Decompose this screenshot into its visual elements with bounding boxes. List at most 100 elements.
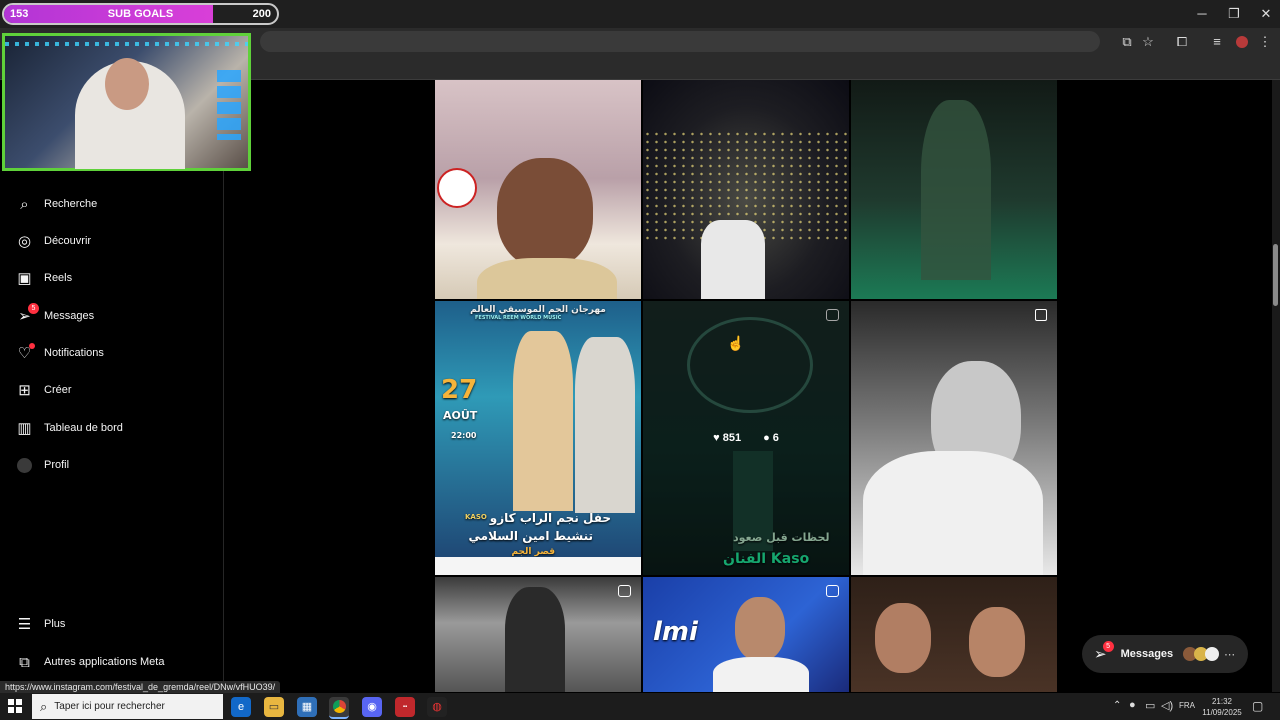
grid-post[interactable]: [851, 577, 1057, 692]
tile-script-text: lmi: [653, 617, 698, 647]
extensions-icon[interactable]: ⧠: [1173, 33, 1191, 51]
sidebar-item-explore[interactable]: ◎ Découvrir: [16, 226, 91, 256]
likes-stat: ♥ 851: [713, 432, 742, 444]
poster-festival: FESTIVAL REEM WORLD MUSIC: [475, 315, 562, 321]
avatar-icon: [16, 457, 33, 474]
menu-dots-icon[interactable]: ⋮: [1256, 33, 1274, 51]
sidebar-item-label: Reels: [44, 272, 73, 284]
streamer-head: [105, 58, 149, 110]
page-scrollbar[interactable]: [1272, 80, 1280, 692]
compass-icon: ◎: [17, 233, 32, 250]
reel-icon: [618, 585, 631, 597]
sidebar-item-label: Messages: [44, 310, 95, 322]
reel-icon: [826, 585, 839, 597]
search-icon: ⌕: [40, 698, 48, 714]
language-indicator[interactable]: FRA: [1179, 701, 1195, 710]
reels-icon: ▣: [17, 270, 32, 287]
hex-lights: [217, 70, 241, 140]
minimize-icon[interactable]: ─: [1187, 4, 1217, 24]
media-control-icon[interactable]: ≡: [1208, 33, 1226, 51]
sub-goal-title: SUB GOALS: [107, 8, 174, 20]
status-bar-url: https://www.instagram.com/festival_de_gr…: [0, 681, 281, 693]
poster-kaso: KASO: [465, 513, 487, 521]
clock[interactable]: 21:32 11/09/2025: [1202, 696, 1242, 718]
voicemeeter-icon[interactable]: ▪▪: [395, 697, 415, 717]
grid-post[interactable]: [435, 577, 641, 692]
carousel-icon: [1035, 309, 1047, 321]
hamburger-icon: ☰: [17, 616, 32, 633]
sidebar-item-search[interactable]: ⌕ Recherche: [16, 189, 97, 219]
address-bar[interactable]: [260, 31, 1100, 52]
profile-post-grid: مهرجان الجم الموسيقي العالم FESTIVAL REE…: [435, 80, 1058, 692]
sub-goal-bar: 153 SUB GOALS 200: [2, 3, 279, 25]
grid-post[interactable]: [851, 301, 1057, 575]
taskbar-search-placeholder: Taper ici pour rechercher: [54, 701, 165, 712]
sidebar-item-meta-apps[interactable]: ⧉ Autres applications Meta: [16, 647, 164, 677]
notification-center-icon[interactable]: ▢: [1252, 699, 1263, 713]
scrollbar-thumb[interactable]: [1273, 244, 1278, 306]
tray-chevron-icon[interactable]: ⌃: [1113, 700, 1121, 711]
store-icon[interactable]: ▦: [297, 697, 317, 717]
messages-pill-label: Messages: [1120, 648, 1174, 660]
webcam-overlay: [2, 33, 251, 171]
taskbar-search[interactable]: ⌕ Taper ici pour rechercher: [32, 694, 223, 719]
sidebar-item-messages[interactable]: ➢ 5 Messages: [16, 301, 94, 331]
bookmark-star-icon[interactable]: ☆: [1139, 33, 1157, 51]
sidebar-item-label: Tableau de bord: [44, 422, 123, 434]
meta-apps-icon: ⧉: [19, 653, 30, 671]
plus-square-icon: ⊞: [18, 382, 31, 399]
post-hover-stats: ♥ 851 ● 6: [643, 301, 849, 575]
poster-line3: قصر الجم: [511, 547, 555, 557]
poster-day: 27: [441, 375, 478, 405]
sidebar-item-label: Notifications: [44, 347, 104, 359]
clock-time: 21:32: [1211, 697, 1233, 706]
poster-month: AOÛT: [443, 409, 478, 422]
volume-icon[interactable]: ◁): [1161, 699, 1173, 712]
chrome-icon[interactable]: [329, 697, 349, 719]
sidebar-item-label: Recherche: [44, 198, 98, 210]
windows-start-icon[interactable]: [8, 699, 22, 713]
grid-post[interactable]: [435, 80, 641, 299]
sidebar-item-more[interactable]: ☰ Plus: [16, 609, 66, 639]
edge-icon[interactable]: e: [231, 697, 251, 717]
poster-line2: تنشيط امين السلامي: [468, 529, 593, 543]
clock-date: 11/09/2025: [1202, 708, 1242, 717]
bar-chart-icon: ▥: [17, 420, 32, 437]
search-icon: ⌕: [20, 195, 29, 213]
likes-count: 851: [722, 432, 742, 444]
grid-post-poster[interactable]: مهرجان الجم الموسيقي العالم FESTIVAL REE…: [435, 301, 641, 575]
grid-post-hovered[interactable]: لحظات قبل صعود الفنان Kaso ♥ 851 ● 6: [643, 301, 849, 575]
messenger-icon: ➢ 5: [16, 302, 39, 325]
profile-icon[interactable]: [1233, 33, 1251, 51]
poster-top-text: مهرجان الجم الموسيقي العالم: [470, 305, 606, 315]
close-icon[interactable]: ✕: [1251, 4, 1280, 24]
poster-time: 22:00: [451, 431, 477, 440]
sidebar-item-reels[interactable]: ▣ Reels: [16, 263, 72, 293]
led-strip: [5, 42, 248, 46]
network-icon[interactable]: ▭: [1145, 699, 1155, 712]
hand-cursor-icon: ☝: [727, 335, 745, 351]
messenger-icon: ➢ 5: [1094, 641, 1114, 663]
grid-post[interactable]: lmi: [643, 577, 849, 692]
microphone-icon[interactable]: ●: [1129, 699, 1136, 711]
sidebar-item-label: Découvrir: [44, 235, 92, 247]
grid-post[interactable]: [643, 80, 849, 299]
obs-icon[interactable]: ◍: [427, 697, 447, 717]
install-app-icon[interactable]: ⧉: [1118, 33, 1136, 51]
sidebar-item-label: Profil: [44, 459, 70, 471]
sidebar-item-label: Créer: [44, 384, 72, 396]
restore-icon[interactable]: ❐: [1219, 4, 1249, 24]
more-dots-icon: ⋯: [1224, 648, 1236, 661]
grid-post[interactable]: [851, 80, 1057, 299]
sidebar-item-profile[interactable]: Profil: [16, 450, 69, 480]
poster-line1: حفل نجم الراب كازو: [489, 511, 611, 525]
notification-dot: [29, 342, 35, 349]
file-explorer-icon[interactable]: ▭: [264, 697, 284, 717]
comments-count: 6: [772, 432, 779, 444]
sidebar-item-create[interactable]: ⊞ Créer: [16, 375, 72, 405]
discord-icon[interactable]: ◉: [362, 697, 382, 717]
sub-goal-target: 200: [252, 8, 271, 20]
sidebar-item-dashboard[interactable]: ▥ Tableau de bord: [16, 413, 123, 443]
messages-pill[interactable]: ➢ 5 Messages ⋯: [1082, 635, 1248, 673]
sidebar-item-notifications[interactable]: ♡ Notifications: [16, 338, 104, 368]
